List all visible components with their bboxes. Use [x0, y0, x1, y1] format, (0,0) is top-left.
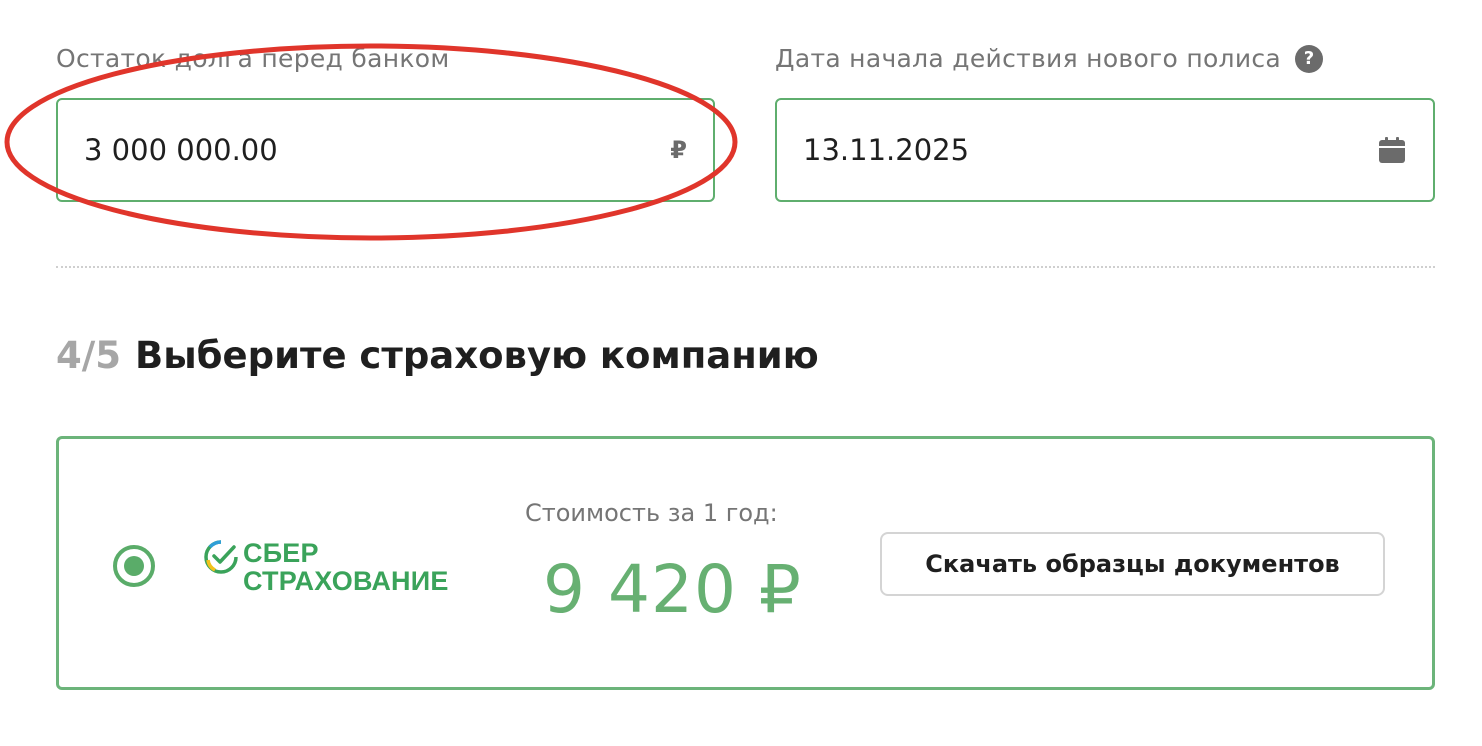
debt-amount-value: 3 000 000.00: [84, 133, 278, 167]
policy-start-date-value: 13.11.2025: [803, 133, 970, 167]
ruble-suffix: ₽: [670, 136, 687, 164]
step-number: 4/5: [56, 334, 122, 377]
logo-wordmark: СБЕР СТРАХОВАНИЕ: [243, 539, 449, 595]
logo-line-1: СБЕР: [243, 538, 319, 568]
insurance-calculator: Остаток долга перед банком 3 000 000.00 …: [0, 0, 1482, 746]
logo-line-2: СТРАХОВАНИЕ: [243, 566, 449, 596]
radio-dot: [124, 556, 144, 576]
policy-start-date-input[interactable]: 13.11.2025: [775, 98, 1435, 202]
sber-strakhovanie-logo: СБЕР СТРАХОВАНИЕ: [203, 539, 449, 595]
section-divider: [56, 266, 1435, 268]
sber-logo-icon: [204, 540, 238, 574]
download-documents-button[interactable]: Скачать образцы документов: [880, 532, 1385, 596]
date-field-label-row: Дата начала действия нового полиса ?: [775, 44, 1324, 73]
step-heading: 4/5 Выберите страховую компанию: [56, 334, 819, 377]
company-radio-selected[interactable]: [113, 545, 155, 587]
calendar-icon[interactable]: [1377, 135, 1407, 165]
step-title: Выберите страховую компанию: [135, 334, 819, 377]
date-field-label: Дата начала действия нового полиса: [775, 44, 1282, 73]
debt-amount-input[interactable]: 3 000 000.00 ₽: [56, 98, 715, 202]
price-label: Стоимость за 1 год:: [525, 499, 778, 527]
insurance-company-card[interactable]: СБЕР СТРАХОВАНИЕ Стоимость за 1 год: 9 4…: [56, 436, 1435, 690]
price-value: 9 420 ₽: [543, 551, 802, 628]
help-icon[interactable]: ?: [1295, 44, 1324, 73]
debt-field-label: Остаток долга перед банком: [56, 44, 450, 73]
